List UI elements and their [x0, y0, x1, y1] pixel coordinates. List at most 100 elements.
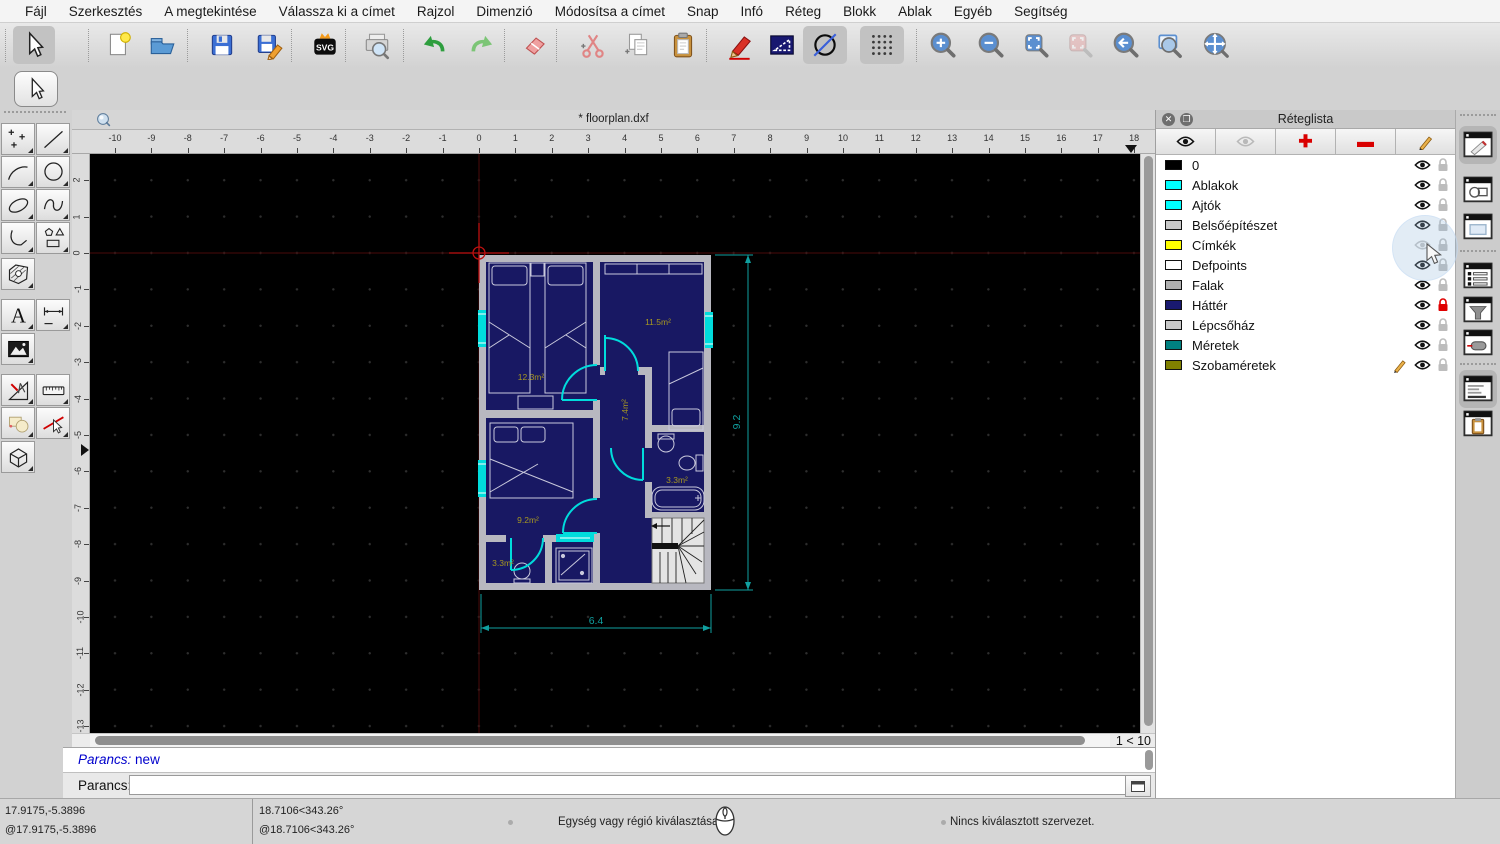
save-as-button[interactable]	[247, 26, 291, 64]
layer-visibility-toggle[interactable]	[1414, 238, 1431, 256]
tool-arc-button[interactable]	[1, 156, 35, 188]
dock-handle[interactable]	[1460, 114, 1496, 116]
copy-button[interactable]	[615, 26, 659, 64]
cut-button[interactable]	[571, 26, 615, 64]
save-button[interactable]	[200, 26, 244, 64]
layer-color-swatch[interactable]	[1165, 280, 1182, 290]
dock-view-list-button[interactable]	[1459, 257, 1497, 295]
canvas-horizontal-scrollbar[interactable]	[90, 734, 1110, 747]
layer-visibility-toggle[interactable]	[1414, 178, 1431, 196]
lock-icon[interactable]	[1437, 178, 1449, 192]
layer-visibility-toggle[interactable]	[1414, 338, 1431, 356]
tool-box3d-button[interactable]	[1, 441, 35, 473]
ortho-mode-button[interactable]	[760, 26, 804, 64]
tool-hatch-button[interactable]	[1, 258, 35, 290]
panel-header[interactable]: ✕ ❐ Réteglista	[1156, 110, 1455, 129]
layer-row[interactable]: Falak	[1156, 275, 1455, 295]
menu-item-ablak[interactable]: Ablak	[887, 4, 943, 19]
layer-color-swatch[interactable]	[1165, 300, 1182, 310]
tool-image-button[interactable]	[1, 333, 35, 365]
layer-visibility-toggle[interactable]	[1414, 158, 1431, 176]
menu-item-v-lassza-ki-a-c-met[interactable]: Válassza ki a címet	[268, 4, 406, 19]
dock-library-browser-button[interactable]	[1459, 208, 1497, 246]
layer-color-swatch[interactable]	[1165, 260, 1182, 270]
selection-tool-button[interactable]	[14, 71, 58, 107]
grid-toggle-button[interactable]	[860, 26, 904, 64]
tool-snap-edit-button[interactable]	[36, 407, 70, 439]
menu-item-m-dos-tsa-a-c-met[interactable]: Módosítsa a címet	[544, 4, 676, 19]
lock-icon[interactable]	[1437, 298, 1449, 312]
dock-command-line-button[interactable]	[1459, 370, 1497, 408]
layer-visibility-toggle[interactable]	[1414, 358, 1431, 376]
open-file-button[interactable]	[140, 26, 184, 64]
layer-row[interactable]: 0	[1156, 155, 1455, 175]
zoom-in-button[interactable]	[921, 26, 965, 64]
document-titlebar[interactable]: * floorplan.dxf	[72, 110, 1155, 130]
eye-icon[interactable]	[1414, 219, 1431, 231]
layer-visibility-toggle[interactable]	[1414, 258, 1431, 276]
tool-spline-button[interactable]	[36, 189, 70, 221]
lock-icon[interactable]	[1437, 218, 1449, 232]
dock-plot-preview-button[interactable]	[1459, 324, 1497, 362]
layer-row[interactable]: Ajtók	[1156, 195, 1455, 215]
eye-icon[interactable]	[1414, 339, 1431, 351]
dock-clipboard-button[interactable]	[1459, 405, 1497, 443]
tool-boolean-button[interactable]	[1, 407, 35, 439]
hide-all-layers-button[interactable]	[1216, 129, 1276, 155]
command-options-button[interactable]	[1125, 775, 1151, 797]
add-layer-button[interactable]: ✚	[1276, 129, 1336, 155]
layer-color-swatch[interactable]	[1165, 160, 1182, 170]
layer-visibility-toggle[interactable]	[1414, 198, 1431, 216]
show-all-layers-button[interactable]	[1156, 129, 1216, 155]
tool-ellipse-button[interactable]	[1, 189, 35, 221]
menu-item-r-teg[interactable]: Réteg	[774, 4, 832, 19]
new-file-button[interactable]	[97, 26, 141, 64]
layer-color-swatch[interactable]	[1165, 220, 1182, 230]
lock-icon[interactable]	[1437, 158, 1449, 172]
tool-measure-button[interactable]	[36, 374, 70, 406]
remove-layer-button[interactable]: ▬	[1336, 129, 1396, 155]
eye-icon[interactable]	[1414, 239, 1431, 251]
layer-row[interactable]: Ablakok	[1156, 175, 1455, 195]
menu-item-inf-[interactable]: Infó	[730, 4, 775, 19]
tool-shapes-button[interactable]	[36, 222, 70, 254]
menu-item-f-jl[interactable]: Fájl	[14, 4, 58, 19]
draw-pencil-button[interactable]	[718, 26, 762, 64]
selection-pointer-button[interactable]	[13, 26, 55, 64]
layer-row[interactable]: Szobaméretek	[1156, 355, 1455, 375]
lock-icon[interactable]	[1437, 198, 1449, 212]
draft-mode-button[interactable]	[803, 26, 847, 64]
layer-row[interactable]: Defpoints	[1156, 255, 1455, 275]
layer-color-swatch[interactable]	[1165, 180, 1182, 190]
eye-icon[interactable]	[1414, 179, 1431, 191]
tool-text-button[interactable]	[1, 299, 35, 331]
layer-visibility-toggle[interactable]	[1414, 278, 1431, 296]
lock-icon[interactable]	[1437, 358, 1449, 372]
eye-icon[interactable]	[1414, 299, 1431, 311]
tool-modify-button[interactable]	[1, 374, 35, 406]
layer-row[interactable]: Belsőépítészet	[1156, 215, 1455, 235]
print-preview-button[interactable]	[355, 26, 399, 64]
layer-row[interactable]: Címkék	[1156, 235, 1455, 255]
eye-icon[interactable]	[1414, 359, 1431, 371]
menu-item-blokk[interactable]: Blokk	[832, 4, 887, 19]
eye-icon[interactable]	[1414, 319, 1431, 331]
layer-color-swatch[interactable]	[1165, 360, 1182, 370]
menu-item-seg-ts-g[interactable]: Segítség	[1003, 4, 1078, 19]
lock-icon[interactable]	[1437, 318, 1449, 332]
layer-visibility-toggle[interactable]	[1414, 298, 1431, 316]
menu-item-rajzol[interactable]: Rajzol	[406, 4, 466, 19]
canvas-vertical-scrollbar[interactable]	[1140, 154, 1155, 733]
layer-row[interactable]: Lépcsőház	[1156, 315, 1455, 335]
layer-visibility-toggle[interactable]	[1414, 318, 1431, 336]
command-input[interactable]	[129, 775, 1134, 795]
lock-icon[interactable]	[1437, 258, 1449, 272]
layer-visibility-toggle[interactable]	[1414, 218, 1431, 236]
palette-handle[interactable]	[4, 111, 66, 113]
paste-button[interactable]	[661, 26, 705, 64]
menu-item-dimenzi-[interactable]: Dimenzió	[465, 4, 543, 19]
menu-item-a-megtekint-se[interactable]: A megtekintése	[153, 4, 267, 19]
layer-color-swatch[interactable]	[1165, 320, 1182, 330]
layer-lock-toggle[interactable]	[1437, 358, 1449, 377]
layer-row[interactable]: Méretek	[1156, 335, 1455, 355]
